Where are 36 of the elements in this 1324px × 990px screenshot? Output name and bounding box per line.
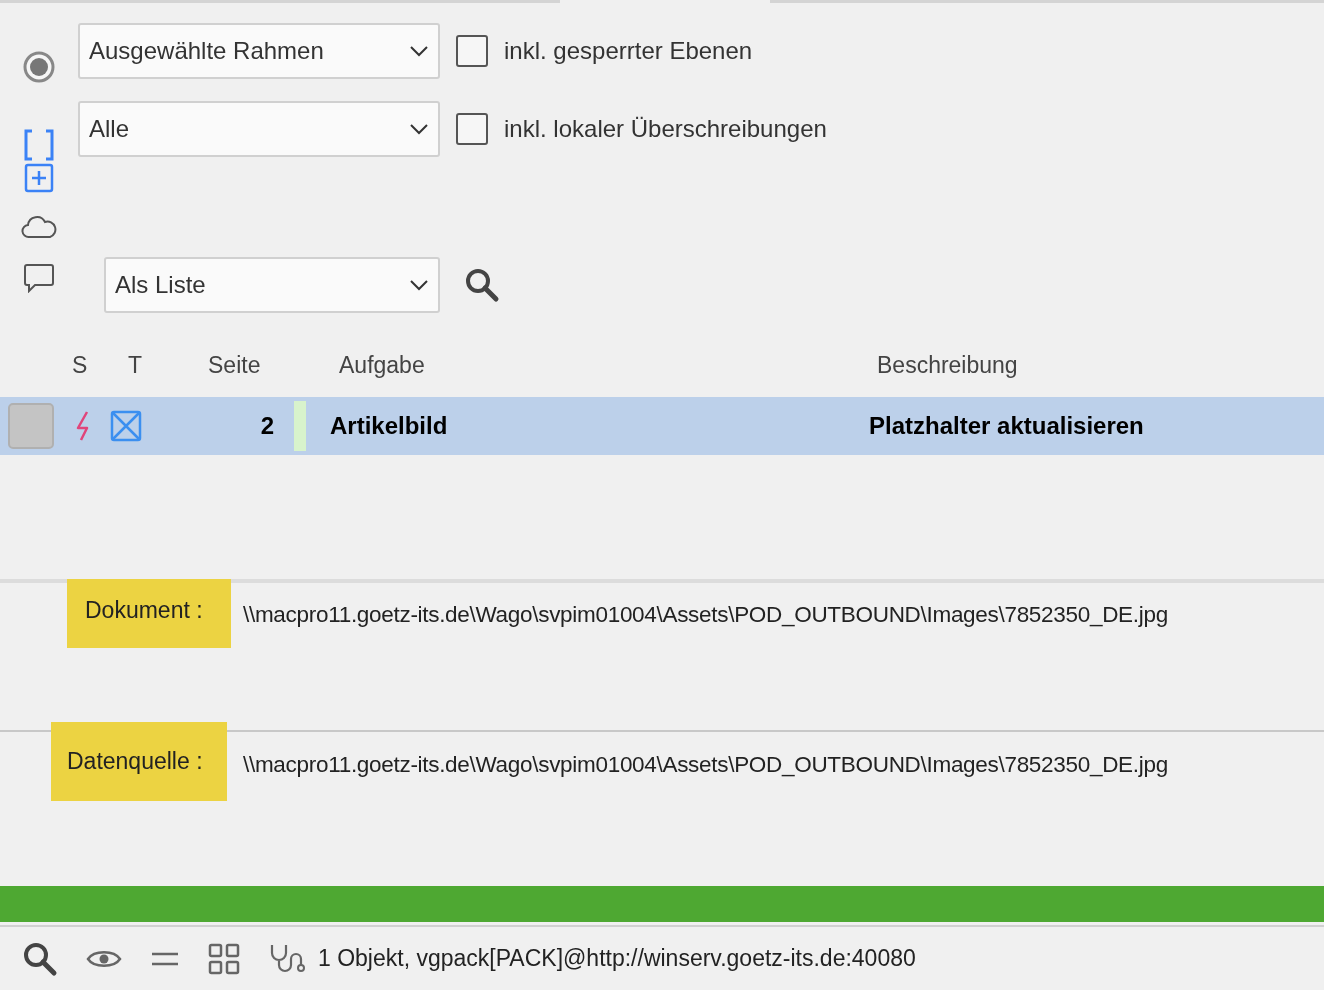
checkbox[interactable]: [456, 113, 488, 145]
column-header[interactable]: T: [128, 351, 143, 378]
column-header[interactable]: S: [72, 351, 88, 378]
checkbox-label: inkl. gesperrter Ebenen: [504, 36, 753, 66]
chevron-down-icon: [409, 123, 429, 135]
radio-button[interactable]: [22, 50, 56, 84]
table-cell-text: 2: [259, 411, 275, 441]
column-header[interactable]: Aufgabe: [339, 351, 425, 378]
cloud-icon[interactable]: [21, 215, 57, 239]
dropdown[interactable]: Als Liste: [104, 257, 440, 313]
image-frame-icon: [110, 410, 142, 442]
brackets-icon[interactable]: [23, 129, 55, 161]
table-cell-text: Platzhalter aktualisieren: [869, 411, 1144, 441]
chevron-down-icon: [409, 45, 429, 57]
chevron-down-icon: [409, 279, 429, 291]
column-header[interactable]: Seite: [208, 351, 261, 378]
plus-square-icon[interactable]: [24, 163, 54, 193]
status-text: 1 Objekt, vgpack[PACK]@http://winserv.goetz-its.de:40080: [318, 944, 916, 974]
field-label: Datenquelle :: [51, 722, 227, 801]
comment-icon[interactable]: [23, 263, 55, 293]
grid-icon[interactable]: [208, 942, 240, 975]
table-cell-text: Artikelbild: [330, 411, 449, 441]
dropdown[interactable]: Ausgewählte Rahmen: [78, 23, 440, 79]
checkbox-label: inkl. lokaler Überschreibungen: [504, 114, 827, 144]
file-path: \\macpro11.goetz-its.de\Wago\svpim01004\Assets\POD_OUTBOUND\Images\7852350_DE.jpg: [243, 751, 1168, 779]
checkbox[interactable]: [456, 35, 488, 67]
file-path: \\macpro11.goetz-its.de\Wago\svpim01004\Assets\POD_OUTBOUND\Images\7852350_DE.jpg: [243, 601, 1168, 629]
field-label: Dokument :: [67, 579, 231, 648]
search-icon[interactable]: [22, 940, 58, 977]
dropdown[interactable]: Alle: [78, 101, 440, 157]
stethoscope-icon[interactable]: [268, 942, 306, 975]
column-header[interactable]: Beschreibung: [877, 351, 1018, 378]
search-icon[interactable]: [464, 267, 500, 303]
color-strip: [294, 401, 306, 451]
status-swatch: [8, 403, 54, 449]
table-row[interactable]: 2 Artikelbild Platzhalter aktualisieren: [0, 397, 1324, 455]
